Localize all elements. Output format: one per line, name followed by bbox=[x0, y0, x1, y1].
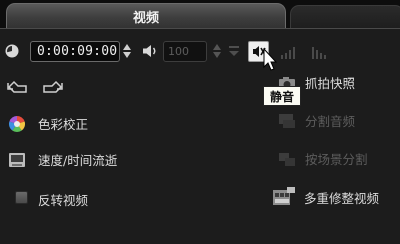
tab-video[interactable]: 视频 bbox=[6, 3, 286, 28]
tab-bar: 视频 bbox=[0, 0, 400, 30]
mute-tooltip: 静音 bbox=[263, 86, 301, 106]
volume-stepper[interactable] bbox=[212, 42, 222, 60]
snapshot-label: 抓拍快照 bbox=[305, 76, 356, 91]
multi-trim-video-label: 多重修整视频 bbox=[304, 190, 380, 206]
mute-tooltip-text: 静音 bbox=[269, 89, 294, 104]
speaker-icon bbox=[143, 45, 156, 57]
volume-input[interactable]: 100 bbox=[163, 41, 207, 62]
split-by-scene-button[interactable]: 按场景分割 bbox=[278, 149, 368, 168]
reverse-video-label: 反转视频 bbox=[38, 193, 89, 208]
rotate-left-icon[interactable] bbox=[6, 80, 28, 94]
speed-icon bbox=[9, 152, 25, 167]
split-audio-label: 分割音频 bbox=[305, 114, 356, 129]
duration-timecode-input[interactable]: 0:00:09:00 bbox=[30, 41, 120, 62]
clock-icon bbox=[5, 44, 19, 58]
split-by-scene-label: 按场景分割 bbox=[305, 152, 368, 167]
rotate-right-icon[interactable] bbox=[42, 80, 64, 94]
color-correction-button[interactable]: 色彩校正 bbox=[8, 114, 88, 133]
timecode-stepper[interactable] bbox=[122, 42, 132, 60]
tab-video-label: 视频 bbox=[132, 10, 159, 26]
film-trim-icon bbox=[273, 187, 295, 205]
speed-time-lapse-label: 速度/时间流逝 bbox=[38, 153, 118, 168]
timecode-up-arrow-icon[interactable] bbox=[123, 44, 131, 50]
tab-secondary[interactable] bbox=[290, 5, 400, 28]
split-audio-icon bbox=[279, 113, 295, 128]
volume-up-arrow-icon[interactable] bbox=[213, 44, 221, 50]
timecode-down-arrow-icon[interactable] bbox=[123, 52, 131, 58]
split-audio-button[interactable]: 分割音频 bbox=[278, 111, 355, 130]
color-wheel-icon bbox=[8, 115, 26, 132]
reverse-video-checkbox[interactable] bbox=[15, 191, 28, 204]
multi-trim-video-button[interactable]: 多重修整视频 bbox=[272, 186, 379, 208]
volume-down-arrow-icon[interactable] bbox=[213, 52, 221, 58]
color-correction-label: 色彩校正 bbox=[38, 117, 89, 132]
duration-timecode-value: 0:00:09:00 bbox=[37, 44, 118, 59]
speed-time-lapse-button[interactable]: 速度/时间流逝 bbox=[8, 150, 117, 169]
volume-menu-icon[interactable] bbox=[228, 43, 240, 59]
split-scene-icon bbox=[279, 152, 295, 166]
fade-in-icon[interactable] bbox=[279, 44, 299, 60]
volume-value: 100 bbox=[168, 45, 189, 58]
fade-out-icon[interactable] bbox=[310, 44, 330, 60]
mouse-cursor-icon bbox=[263, 48, 278, 71]
